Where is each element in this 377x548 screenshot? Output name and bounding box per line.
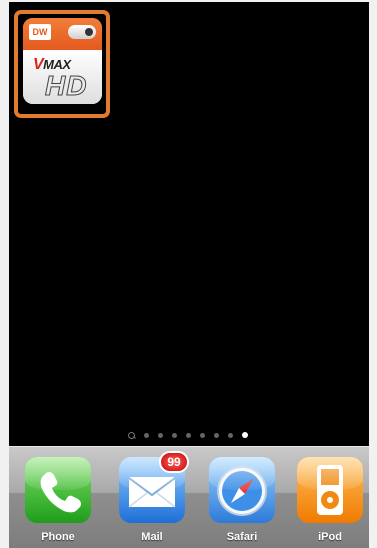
page-dot[interactable] [214,432,219,438]
mail-unread-badge: 99 [159,451,189,473]
page-dot[interactable] [144,432,149,438]
dw-logo: DW [29,24,51,40]
dock-label-phone: Phone [41,531,75,543]
dock: Phone 99 Mail Safari iPod [9,446,369,548]
safari-icon[interactable] [209,457,275,523]
dock-label-mail: Mail [141,531,163,543]
dock-app-phone[interactable]: Phone [21,453,95,548]
page-indicator[interactable] [128,430,248,440]
camera-icon [68,25,96,39]
icon-gloss [297,457,363,490]
spotlight-search-icon[interactable] [128,431,135,439]
icon-gloss [25,457,91,490]
phone-icon[interactable] [25,457,91,523]
icon-gloss [209,457,275,490]
vmax-hd-app-icon[interactable]: DW VMAX HD [23,18,102,104]
dock-app-safari[interactable]: Safari [205,453,279,548]
dock-app-mail[interactable]: 99 Mail [115,451,189,548]
page-dot[interactable] [200,432,205,438]
ipod-icon[interactable] [297,457,363,523]
dock-app-ipod[interactable]: iPod [293,453,367,548]
dock-label-ipod: iPod [318,531,342,543]
vmax-icon-header: DW [23,18,102,50]
dock-label-safari: Safari [226,531,258,543]
page-dot[interactable] [172,432,177,438]
page-dot[interactable] [158,432,163,438]
page-dot[interactable] [186,432,191,438]
hd-logo-text: HD [44,70,88,102]
page-dot-active[interactable] [242,432,248,438]
page-dot[interactable] [228,432,233,438]
